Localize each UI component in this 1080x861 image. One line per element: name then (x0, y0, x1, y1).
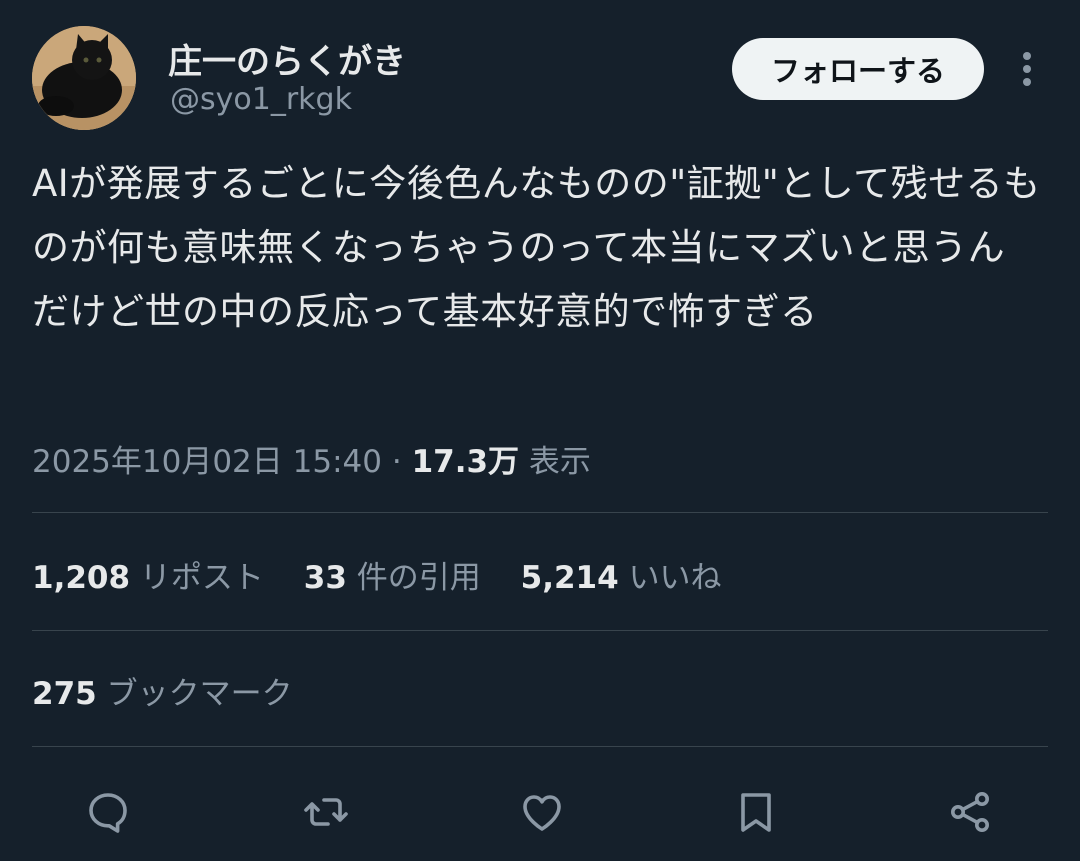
author-handle[interactable]: @syo1_rkgk (170, 82, 352, 117)
tweet-timestamp[interactable]: 2025年10月02日 15:40 (32, 444, 382, 480)
tweet-meta: 2025年10月02日 15:40 · 17.3万 表示 (32, 436, 591, 481)
black-cat-avatar-image (32, 26, 136, 130)
bookmarks-count: 275 (32, 676, 97, 712)
like-icon[interactable] (516, 786, 568, 838)
reposts-count: 1,208 (32, 560, 131, 596)
quotes-count: 33 (303, 560, 347, 596)
reply-icon[interactable] (82, 786, 134, 838)
bookmarks-stat[interactable]: 275 ブックマーク (32, 668, 293, 713)
likes-label: いいね (628, 560, 722, 596)
more-options-icon[interactable] (1010, 48, 1044, 90)
divider (32, 746, 1048, 747)
repost-icon[interactable] (300, 786, 352, 838)
views-label: 表示 (528, 444, 591, 480)
quotes-stat[interactable]: 33 件の引用 (304, 552, 481, 597)
follow-button[interactable]: フォローする (732, 38, 984, 100)
engagement-stats: 1,208 リポスト 33 件の引用 5,214 いいね (32, 552, 752, 597)
share-icon[interactable] (944, 786, 996, 838)
divider (32, 512, 1048, 513)
meta-separator: · (391, 444, 402, 480)
bookmarks-label: ブックマーク (106, 676, 293, 712)
views-count: 17.3万 (411, 444, 520, 480)
likes-stat[interactable]: 5,214 いいね (521, 552, 722, 597)
reposts-label: リポスト (139, 560, 264, 596)
author-display-name[interactable]: 庄一のらくがき (168, 34, 406, 83)
likes-count: 5,214 (520, 560, 619, 596)
quotes-label: 件の引用 (356, 560, 481, 596)
tweet-text: AIが発展するごとに今後色んなものの"証拠"として残せるものが何も意味無くなっち… (32, 162, 1041, 333)
divider (32, 630, 1048, 631)
reposts-stat[interactable]: 1,208 リポスト (32, 552, 264, 597)
avatar[interactable] (32, 26, 136, 130)
bookmark-icon[interactable] (730, 786, 782, 838)
